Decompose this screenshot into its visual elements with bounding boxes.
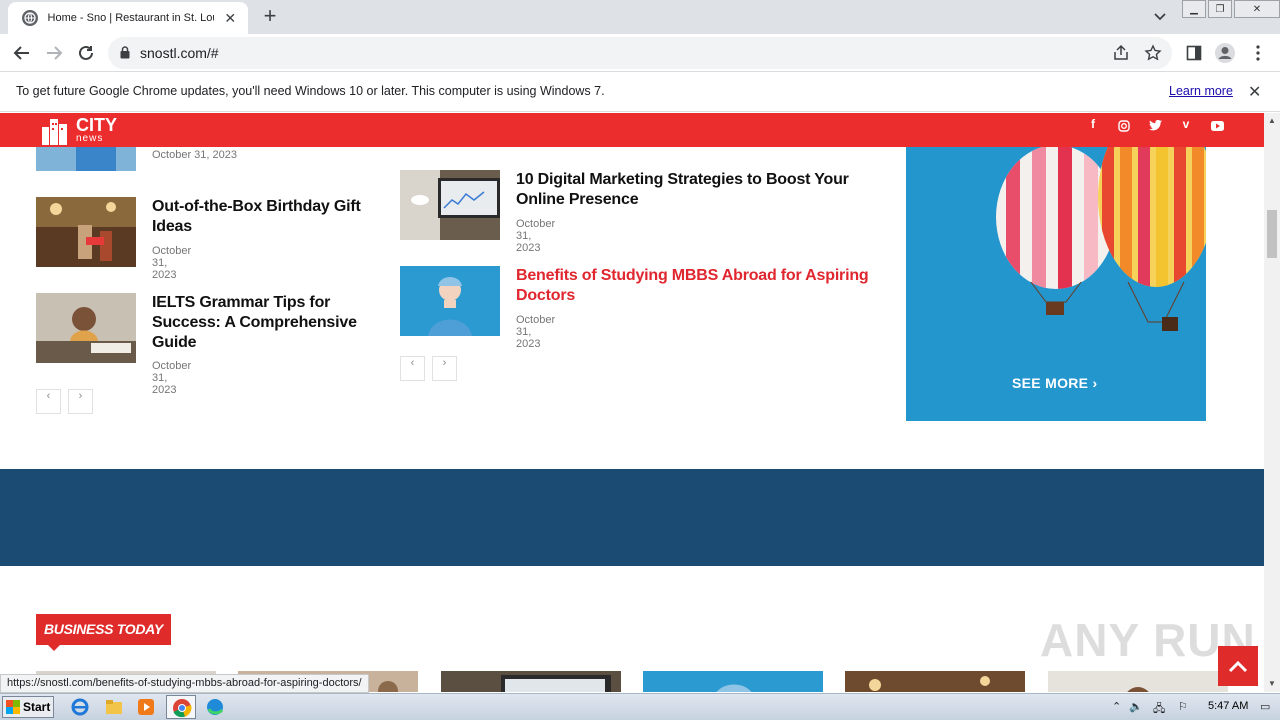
instagram-icon[interactable]: [1115, 117, 1133, 135]
share-icon[interactable]: [1112, 44, 1130, 62]
scroll-up-arrow-icon[interactable]: ▲: [1268, 116, 1276, 125]
tab-close-icon[interactable]: ✕: [222, 10, 238, 27]
back-to-top-button[interactable]: [1218, 646, 1258, 686]
volume-icon[interactable]: 🔈: [1129, 700, 1143, 713]
page-scrollbar[interactable]: ▲ ▼: [1264, 113, 1280, 692]
tab-title: Home - Sno | Restaurant in St. Louis: [47, 12, 215, 24]
article-thumbnail[interactable]: [36, 197, 136, 267]
article-date: October 31, 2023: [152, 245, 192, 281]
url-text[interactable]: snostl.com/#: [140, 45, 219, 61]
business-card-thumbnail[interactable]: [1048, 671, 1228, 692]
vimeo-icon[interactable]: v: [1177, 117, 1195, 135]
business-card-thumbnail[interactable]: [845, 671, 1025, 692]
article-title[interactable]: Benefits of Studying MBBS Abroad for Asp…: [516, 266, 876, 306]
update-infobar: To get future Google Chrome updates, you…: [0, 72, 1280, 112]
show-desktop-icon[interactable]: ▭: [1260, 700, 1270, 713]
reload-icon[interactable]: [74, 41, 98, 65]
internet-explorer-icon[interactable]: [70, 697, 90, 717]
balloon-ad-banner[interactable]: SEE MORE ›: [906, 147, 1206, 421]
restore-button[interactable]: ❐: [1208, 0, 1232, 18]
article-title[interactable]: 10 Digital Marketing Strategies to Boost…: [516, 170, 876, 210]
pager-next-button[interactable]: ›: [432, 356, 457, 381]
taskbar-clock[interactable]: 5:47 AM: [1208, 700, 1248, 712]
page-viewport: CITY news f v October 31, 2023 Out-of-th…: [0, 113, 1264, 692]
article-date: October 31, 2023: [516, 218, 556, 254]
minimize-button[interactable]: ▁: [1182, 0, 1206, 18]
profile-avatar-icon[interactable]: [1213, 41, 1237, 65]
pager-prev-button[interactable]: ‹: [36, 389, 61, 414]
tab-search-chevron-icon[interactable]: [1150, 8, 1170, 26]
logo-city-text: CITY: [76, 114, 118, 135]
start-button[interactable]: Start: [2, 696, 54, 718]
media-player-icon[interactable]: [136, 697, 156, 717]
article-thumbnail[interactable]: [400, 170, 500, 240]
see-more-button[interactable]: SEE MORE ›: [1012, 375, 1097, 391]
network-icon[interactable]: 🖧: [1153, 700, 1165, 719]
forward-arrow-icon[interactable]: [42, 41, 66, 65]
twitter-icon[interactable]: [1146, 117, 1164, 135]
article-title[interactable]: IELTS Grammar Tips for Success: A Compre…: [152, 293, 362, 353]
tray-overflow-icon[interactable]: ⌃: [1112, 700, 1121, 713]
scroll-down-arrow-icon[interactable]: ▼: [1268, 679, 1276, 688]
article-thumbnail[interactable]: [400, 266, 500, 336]
side-panel-icon[interactable]: [1182, 41, 1206, 65]
city-skyline-icon: [42, 119, 67, 145]
window-close-button[interactable]: ✕: [1234, 0, 1280, 18]
bookmark-star-icon[interactable]: [1144, 44, 1162, 62]
pager-next-button[interactable]: ›: [68, 389, 93, 414]
taskbar-chrome-button[interactable]: [166, 695, 196, 719]
article-date: October 31, 2023: [516, 314, 556, 350]
site-header: CITY news f v: [0, 113, 1264, 147]
business-card-thumbnail[interactable]: [643, 671, 823, 692]
browser-tab[interactable]: Home - Sno | Restaurant in St. Louis ✕: [8, 2, 248, 34]
chrome-menu-icon[interactable]: [1246, 41, 1270, 65]
status-bubble-url: https://snostl.com/benefits-of-studying-…: [0, 674, 369, 693]
business-card-thumbnail[interactable]: [441, 671, 621, 692]
browser-toolbar: snostl.com/#: [0, 34, 1280, 72]
blue-banner-band: [0, 469, 1264, 566]
windows-taskbar: Start ⌃ 🔈 🖧 ⚐ 5:47 AM ▭: [0, 693, 1280, 720]
business-today-heading: BUSINESS TODAY: [36, 614, 171, 651]
lock-icon[interactable]: [120, 46, 130, 64]
chrome-icon: [173, 699, 192, 718]
new-tab-button[interactable]: +: [258, 4, 282, 28]
infobar-close-icon[interactable]: ✕: [1248, 82, 1261, 102]
article-thumbnail[interactable]: [36, 147, 136, 171]
facebook-icon[interactable]: f: [1084, 117, 1102, 135]
article-date: October 31, 2023: [152, 360, 192, 396]
start-label: Start: [23, 700, 51, 714]
infobar-message: To get future Google Chrome updates, you…: [16, 84, 605, 98]
scrollbar-thumb[interactable]: [1267, 210, 1277, 258]
logo-news-text: news: [76, 132, 104, 144]
article-title[interactable]: Out-of-the-Box Birthday Gift Ideas: [152, 197, 372, 237]
edge-icon[interactable]: [205, 697, 225, 717]
window-controls: ▁ ❐ ✕: [1182, 0, 1280, 18]
article-date: October 31, 2023: [152, 149, 238, 161]
action-center-flag-icon[interactable]: ⚐: [1178, 700, 1188, 713]
article-thumbnail[interactable]: [36, 293, 136, 363]
globe-icon: [22, 10, 38, 26]
pager-prev-button[interactable]: ‹: [400, 356, 425, 381]
site-logo[interactable]: CITY news: [40, 115, 117, 145]
learn-more-link[interactable]: Learn more: [1169, 84, 1233, 98]
tab-strip: Home - Sno | Restaurant in St. Louis ✕ +…: [0, 0, 1280, 34]
address-bar[interactable]: snostl.com/#: [108, 37, 1172, 69]
back-arrow-icon[interactable]: [10, 41, 34, 65]
youtube-icon[interactable]: [1208, 117, 1226, 135]
file-explorer-icon[interactable]: [104, 697, 124, 717]
windows-logo-icon: [6, 700, 20, 714]
